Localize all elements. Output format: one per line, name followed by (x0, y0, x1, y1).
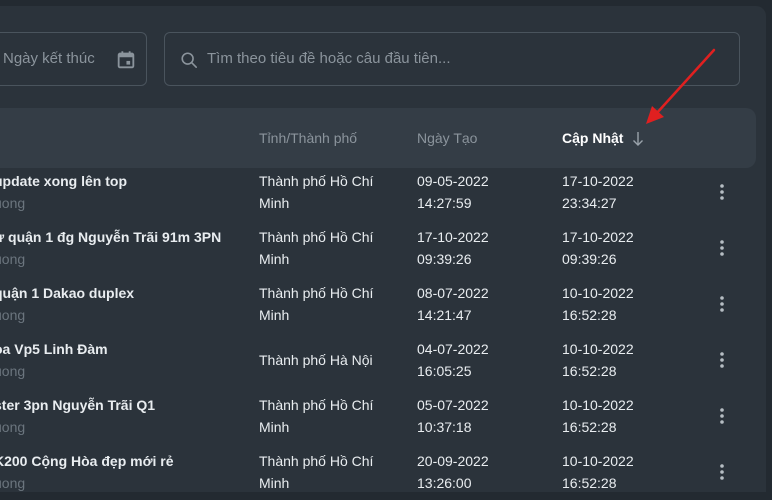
calendar-icon[interactable] (115, 49, 137, 71)
updated-time: 23:34:27 (562, 195, 617, 211)
listing-subtitle: uong (0, 307, 26, 323)
created-cell: 20-09-2022 13:26:00 (417, 450, 489, 494)
column-header-city[interactable]: Tỉnh/Thành phố (259, 130, 357, 146)
end-date-placeholder: Ngày kết thúc (3, 50, 95, 67)
created-time: 16:05:25 (417, 363, 472, 379)
updated-date: 17-10-2022 (562, 173, 634, 189)
search-icon (181, 52, 198, 69)
more-vertical-icon[interactable] (712, 462, 732, 482)
table-row[interactable]: ster 3pn Nguyễn Trãi Q1 uong Thành phố Hồ … (0, 388, 756, 444)
created-cell: 08-07-2022 14:21:47 (417, 282, 489, 326)
listing-subtitle: uong (0, 475, 26, 491)
table-row[interactable]: quận 1 Dakao duplex uong Thành phố Hồ Chí M… (0, 276, 756, 332)
city-line: Minh (259, 307, 290, 323)
listing-subtitle: uong (0, 195, 26, 211)
more-vertical-icon[interactable] (712, 350, 732, 370)
column-header-updated[interactable]: Cập Nhật (562, 130, 623, 146)
table-row[interactable]: ư quận 1 đg Nguyễn Trãi 91m 3PN uong Thành… (0, 220, 756, 276)
listing-title[interactable]: ster 3pn Nguyễn Trãi Q1 (0, 394, 155, 416)
listing-title[interactable]: K200 Cộng Hòa đẹp mới rẻ (0, 450, 174, 472)
updated-date: 10-10-2022 (562, 341, 634, 357)
updated-time: 09:39:26 (562, 251, 617, 267)
updated-date: 17-10-2022 (562, 229, 634, 245)
listing-subtitle: uong (0, 251, 26, 267)
end-date-field[interactable]: Ngày kết thúc (0, 32, 147, 86)
updated-time: 16:52:28 (562, 363, 617, 379)
updated-cell: 10-10-2022 16:52:28 (562, 338, 634, 382)
created-time: 13:26:00 (417, 475, 472, 491)
table-row[interactable]: òa Vp5 Linh Đàm uong Thành phố Hà Nội 04-07… (0, 332, 756, 388)
city-cell: Thành phố Hồ Chí Minh (259, 226, 373, 270)
updated-time: 16:52:28 (562, 419, 617, 435)
search-placeholder: Tìm theo tiêu đề hoặc câu đầu tiên... (207, 50, 451, 67)
more-vertical-icon[interactable] (712, 406, 732, 426)
updated-time: 16:52:28 (562, 475, 617, 491)
main-panel: Ngày kết thúc Tìm theo tiêu đề hoặc câu … (0, 6, 766, 492)
updated-time: 16:52:28 (562, 307, 617, 323)
city-line: Minh (259, 195, 290, 211)
updated-cell: 17-10-2022 23:34:27 (562, 170, 634, 214)
city-line: Thành phố Hồ Chí (259, 397, 374, 413)
table-header: Tỉnh/Thành phố Ngày Tạo Cập Nhật (0, 108, 756, 168)
created-date: 09-05-2022 (417, 173, 489, 189)
created-date: 20-09-2022 (417, 453, 489, 469)
city-cell: Thành phố Hà Nội (259, 349, 373, 371)
city-cell: Thành phố Hồ Chí Minh (259, 394, 373, 438)
table-row[interactable]: update xong lên top uong Thành phố Hồ Chí M… (0, 164, 756, 220)
created-cell: 09-05-2022 14:27:59 (417, 170, 489, 214)
city-cell: Thành phố Hồ Chí Minh (259, 450, 373, 494)
created-date: 05-07-2022 (417, 397, 489, 413)
more-vertical-icon[interactable] (712, 238, 732, 258)
updated-cell: 10-10-2022 16:52:28 (562, 282, 634, 326)
updated-cell: 17-10-2022 09:39:26 (562, 226, 634, 270)
arrow-down-icon[interactable] (632, 131, 644, 147)
created-date: 04-07-2022 (417, 341, 489, 357)
column-header-created[interactable]: Ngày Tạo (417, 130, 477, 146)
created-time: 09:39:26 (417, 251, 472, 267)
created-cell: 04-07-2022 16:05:25 (417, 338, 489, 382)
created-date: 08-07-2022 (417, 285, 489, 301)
created-time: 10:37:18 (417, 419, 472, 435)
listing-title[interactable]: quận 1 Dakao duplex (0, 282, 134, 304)
listing-title[interactable]: update xong lên top (0, 170, 127, 192)
updated-date: 10-10-2022 (562, 397, 634, 413)
search-input[interactable]: Tìm theo tiêu đề hoặc câu đầu tiên... (164, 32, 740, 86)
more-vertical-icon[interactable] (712, 182, 732, 202)
updated-cell: 10-10-2022 16:52:28 (562, 450, 634, 494)
city-cell: Thành phố Hồ Chí Minh (259, 170, 373, 214)
city-line: Thành phố Hà Nội (259, 352, 373, 368)
listing-subtitle: uong (0, 419, 26, 435)
city-line: Minh (259, 419, 290, 435)
created-time: 14:27:59 (417, 195, 472, 211)
more-vertical-icon[interactable] (712, 294, 732, 314)
updated-date: 10-10-2022 (562, 453, 634, 469)
city-line: Thành phố Hồ Chí (259, 229, 374, 245)
city-line: Thành phố Hồ Chí (259, 453, 374, 469)
listing-subtitle: uong (0, 363, 26, 379)
city-line: Minh (259, 475, 290, 491)
updated-cell: 10-10-2022 16:52:28 (562, 394, 634, 438)
city-line: Minh (259, 251, 290, 267)
updated-date: 10-10-2022 (562, 285, 634, 301)
listing-title[interactable]: òa Vp5 Linh Đàm (0, 338, 108, 360)
listing-title[interactable]: ư quận 1 đg Nguyễn Trãi 91m 3PN (0, 226, 221, 248)
created-cell: 17-10-2022 09:39:26 (417, 226, 489, 270)
created-cell: 05-07-2022 10:37:18 (417, 394, 489, 438)
created-time: 14:21:47 (417, 307, 472, 323)
city-cell: Thành phố Hồ Chí Minh (259, 282, 373, 326)
city-line: Thành phố Hồ Chí (259, 173, 374, 189)
created-date: 17-10-2022 (417, 229, 489, 245)
city-line: Thành phố Hồ Chí (259, 285, 374, 301)
